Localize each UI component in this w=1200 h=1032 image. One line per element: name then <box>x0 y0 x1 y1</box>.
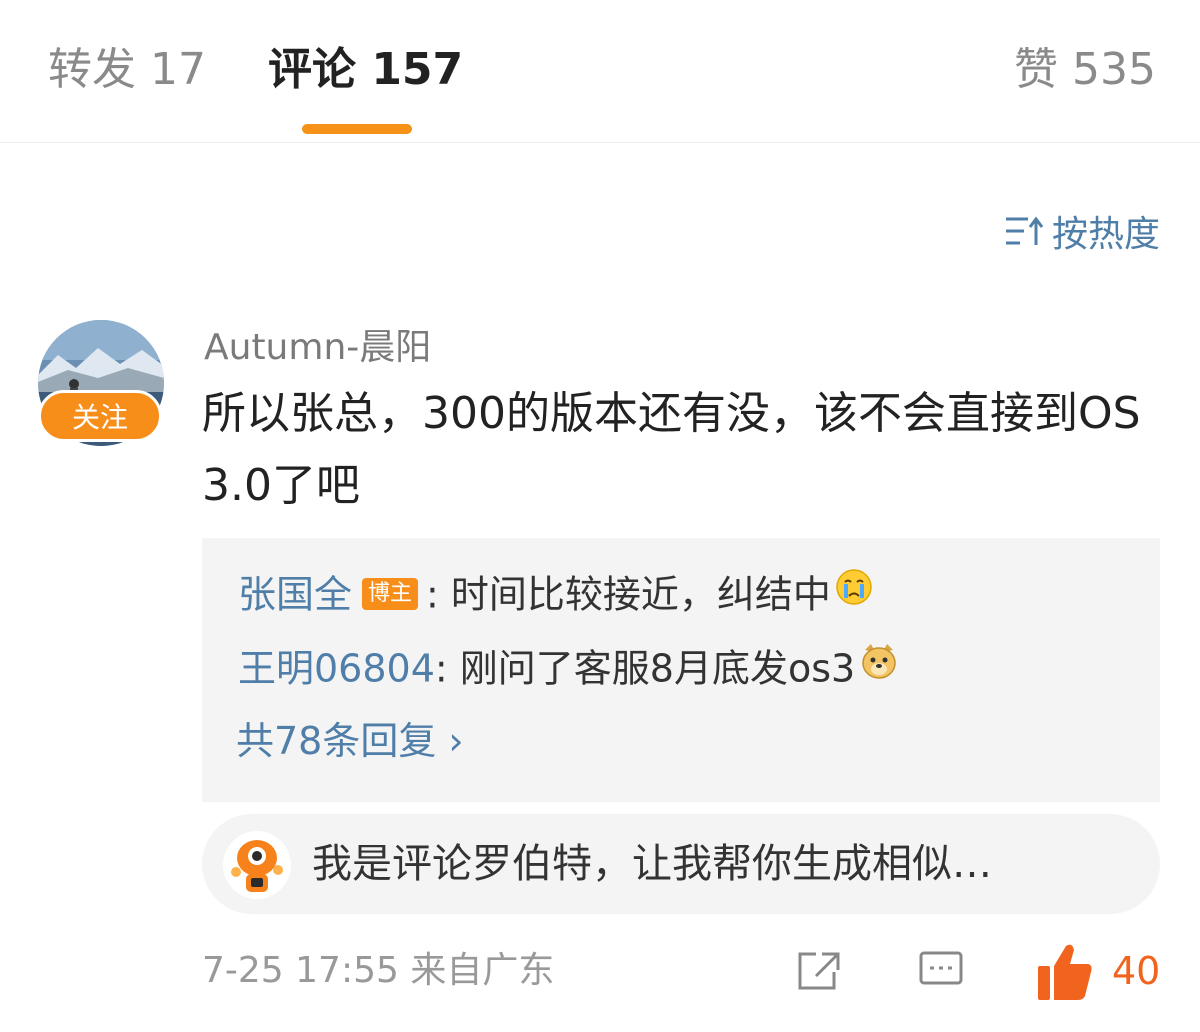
sort-icon <box>1005 216 1044 245</box>
comment-username[interactable]: Autumn-晨阳 <box>204 318 431 370</box>
tab-likes[interactable]: 赞 535 <box>1014 40 1156 100</box>
robot-mascot-icon <box>222 830 292 900</box>
share-icon[interactable] <box>796 950 842 996</box>
comment-robot-suggestion[interactable]: 我是评论罗伯特，让我帮你生成相似… <box>202 814 1160 914</box>
reply-author[interactable]: 王明06804 <box>238 647 435 691</box>
doge-face-icon <box>859 642 899 692</box>
sort-label: 按热度 <box>1051 214 1160 255</box>
robot-suggestion-text: 我是评论罗伯特，让我帮你生成相似… <box>312 841 992 887</box>
sort-by-hot-button[interactable]: 按热度 <box>1004 206 1160 256</box>
view-all-replies-link[interactable]: 共78条回复 › <box>236 716 464 766</box>
tab-comments[interactable]: 评论 157 <box>268 40 463 100</box>
tab-bar: 转发 17 评论 157 赞 535 <box>0 0 1200 143</box>
reply-author[interactable]: 张国全 <box>238 573 352 617</box>
reply-item[interactable]: 张国全 博主: 时间比较接近，纠结中 <box>238 568 873 626</box>
comment-timestamp-location: 7-25 17:55 来自广东 <box>202 950 555 991</box>
like-thumb-icon[interactable] <box>1036 942 1094 1006</box>
comment-text: 所以张总，300的版本还有没，该不会直接到OS 3.0了吧 <box>202 388 1141 511</box>
reply-item[interactable]: 王明06804: 刚问了客服8月底发os3 <box>238 642 899 700</box>
follow-button[interactable]: 关注 <box>38 390 162 442</box>
like-count: 40 <box>1112 949 1161 993</box>
reply-text: : 时间比较接近，纠结中 <box>426 572 831 617</box>
comment-icon[interactable] <box>918 950 964 996</box>
active-tab-indicator <box>302 124 412 134</box>
author-badge: 博主 <box>362 578 419 610</box>
reply-text: : 刚问了客服8月底发os3 <box>434 646 856 691</box>
crying-face-icon <box>835 568 873 618</box>
tab-reposts[interactable]: 转发 17 <box>48 40 206 100</box>
